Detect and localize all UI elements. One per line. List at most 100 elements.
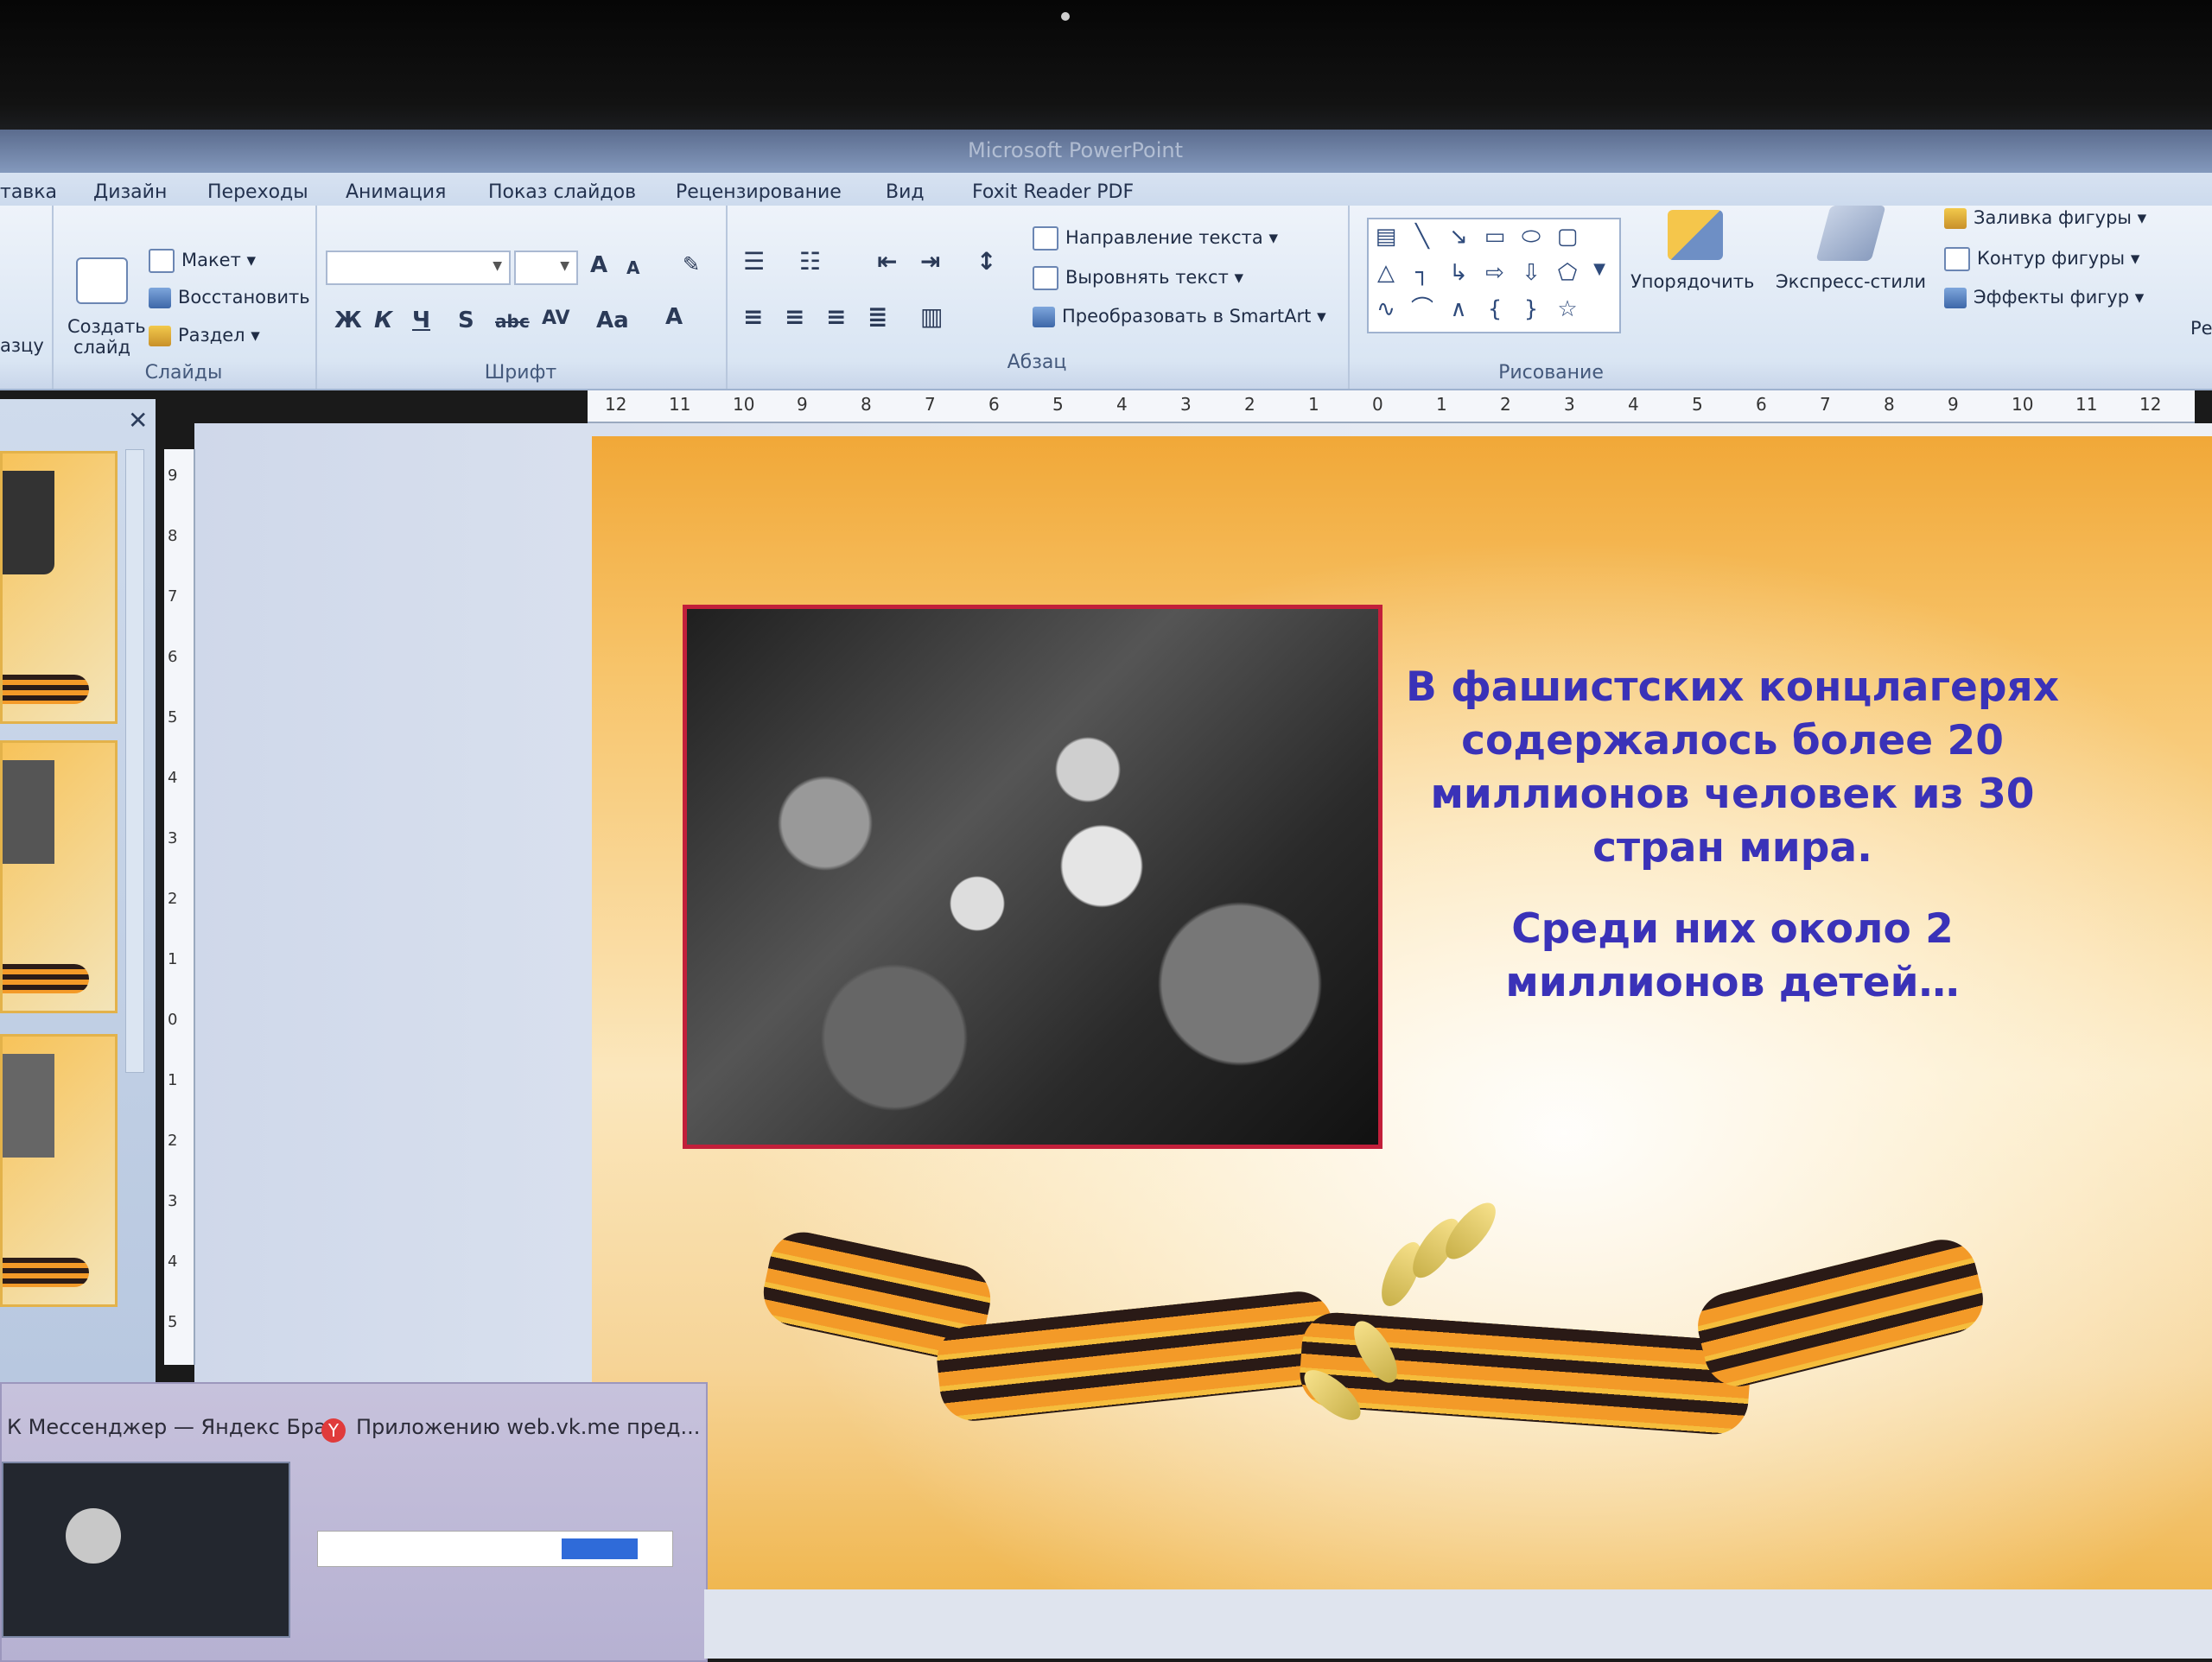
new-slide-button[interactable]: Создать слайд [67,316,146,358]
st-george-ribbon-image[interactable] [757,1195,2061,1473]
line-spacing-icon[interactable]: ↕ [976,247,996,276]
triangle-shape-icon[interactable]: △ [1369,257,1403,289]
down-arrow-shape-icon[interactable]: ⇩ [1514,257,1548,289]
decrease-indent-icon[interactable]: ⇤ [877,247,897,276]
section-button[interactable]: Раздел ▾ [149,325,260,346]
vertical-ruler[interactable]: 9 8 7 6 5 4 3 2 1 0 1 2 3 4 5 [164,449,195,1365]
ruler-mark: 9 [168,466,178,485]
align-center-icon[interactable]: ≡ [785,302,804,331]
paste-format-label[interactable]: азцу [0,335,44,356]
align-text-button[interactable]: Выровнять текст ▾ [1033,266,1243,290]
clear-format-icon[interactable]: ✎ [683,252,700,276]
oval-shape-icon[interactable]: ⬭ [1514,221,1548,252]
freeform-shape-icon[interactable]: ⬠ [1550,257,1585,289]
columns-icon[interactable]: ▥ [920,302,943,331]
ruler-mark: 7 [925,394,936,415]
reset-button[interactable]: Восстановить [149,287,310,308]
bold-button[interactable]: Ж [334,308,362,333]
ruler-mark: 9 [797,394,808,415]
paint-bucket-icon [1944,208,1967,229]
brace-right-shape-icon[interactable]: } [1514,294,1548,325]
justify-icon[interactable]: ≣ [868,302,887,331]
ruler-mark: 10 [733,394,755,415]
smartart-icon [1033,307,1055,327]
text-direction-button[interactable]: Направление текста ▾ [1033,226,1278,251]
current-slide[interactable]: В фашистских концлагерях содержалось бол… [592,436,2212,1598]
historical-photo[interactable] [683,605,1382,1149]
shape-effects-button[interactable]: Эффекты фигур ▾ [1944,287,2144,308]
tab-review[interactable]: Рецензирование [676,181,842,203]
quick-styles-button[interactable]: Экспресс-стили [1776,271,1926,292]
tab-view[interactable]: Вид [886,181,925,203]
new-slide-icon [76,257,128,304]
font-name-combo[interactable]: ▼ [326,251,511,285]
window-preview-thumbnail[interactable] [317,1531,673,1567]
numbering-icon[interactable]: ☷ [799,247,821,276]
gallery-more-icon[interactable]: ▼ [1586,254,1612,285]
font-size-combo[interactable]: ▼ [514,251,578,285]
slide-thumbnail[interactable] [0,451,118,724]
editing-group-cut[interactable]: Ре [2190,318,2212,339]
bullets-icon[interactable]: ☰ [743,247,765,276]
star-shape-icon[interactable]: ☆ [1550,294,1585,325]
shape-fill-button[interactable]: Заливка фигуры ▾ [1944,207,2146,229]
layout-button[interactable]: Макет ▾ [149,249,256,273]
underline-button[interactable]: Ч [412,308,430,333]
slide-thumbnail[interactable] [0,1034,118,1307]
taskbar-item-messenger[interactable]: К Мессенджер — Яндекс Бра... [7,1415,346,1439]
shapes-gallery[interactable]: ▤ ╲ ↘ ▭ ⬭ ▢ △ ┐ ↳ ⇨ ⇩ ⬠ ∿ ⌒ ∧ { } ☆ ▼ [1367,218,1621,333]
ruler-mark: 3 [1564,394,1575,415]
slide-textbox[interactable]: В фашистских концлагерях содержалось бол… [1395,661,2069,1010]
ruler-mark: 5 [168,1313,178,1331]
taskbar-item-notification[interactable]: Приложению web.vk.me пред... [356,1415,700,1439]
rectangle-shape-icon[interactable]: ▭ [1478,221,1512,252]
tab-animation[interactable]: Анимация [346,181,446,203]
arc-shape-icon[interactable]: ∧ [1441,294,1476,325]
increase-indent-icon[interactable]: ⇥ [920,247,940,276]
font-color-button[interactable]: A [665,304,683,330]
ruler-mark: 1 [1436,394,1447,415]
arrange-icon [1668,210,1723,260]
shape-outline-button[interactable]: Контур фигуры ▾ [1944,247,2139,271]
scribble-shape-icon[interactable]: ∿ [1369,294,1403,325]
window-preview-thumbnail[interactable] [2,1462,290,1638]
char-spacing-button[interactable]: AV [542,308,570,329]
strikethrough-button[interactable]: abc [495,311,530,332]
arrow-line-shape-icon[interactable]: ↘ [1441,221,1476,252]
elbow-connector-icon[interactable]: ┐ [1405,257,1440,289]
tab-insert[interactable]: тавка [0,181,57,203]
arrange-button[interactable]: Упорядочить [1630,271,1754,292]
ruler-mark: 4 [168,769,178,787]
grow-font-button[interactable]: A [590,252,607,278]
curve-shape-icon[interactable]: ⌒ [1405,294,1440,325]
brace-left-shape-icon[interactable]: { [1478,294,1512,325]
close-icon[interactable]: ✕ [128,406,148,435]
shadow-button[interactable]: S [458,308,474,333]
line-shape-icon[interactable]: ╲ [1405,221,1440,252]
ruler-mark: 2 [168,1132,178,1150]
italic-button[interactable]: К [374,308,392,333]
ruler-mark: 3 [1180,394,1192,415]
rounded-rect-shape-icon[interactable]: ▢ [1550,221,1585,252]
tab-transitions[interactable]: Переходы [207,181,308,203]
ruler-mark: 8 [1884,394,1895,415]
ruler-mark: 6 [1756,394,1767,415]
smartart-button[interactable]: Преобразовать в SmartArt ▾ [1033,306,1326,327]
horizontal-ruler[interactable]: 12 11 10 9 8 7 6 5 4 3 2 1 0 1 2 3 4 5 6 7 8 9 10 11 12 [588,390,2195,423]
ruler-mark: 8 [168,527,178,545]
shrink-font-button[interactable]: A [626,257,639,278]
ruler-mark: 6 [168,648,178,666]
elbow-arrow-icon[interactable]: ↳ [1441,257,1476,289]
tab-slideshow[interactable]: Показ слайдов [488,181,636,203]
align-left-icon[interactable]: ≡ [743,302,763,331]
tab-design[interactable]: Дизайн [93,181,167,203]
slide-thumbnail[interactable] [0,740,118,1013]
textbox-shape-icon[interactable]: ▤ [1369,221,1403,252]
thumbnail-scrollbar[interactable] [125,449,144,1073]
tab-foxit[interactable]: Foxit Reader PDF [972,181,1134,203]
align-right-icon[interactable]: ≡ [826,302,846,331]
right-arrow-shape-icon[interactable]: ⇨ [1478,257,1512,289]
group-drawing: ▤ ╲ ↘ ▭ ⬭ ▢ △ ┐ ↳ ⇨ ⇩ ⬠ ∿ ⌒ ∧ { } ☆ ▼ Уп… [1348,206,2173,389]
change-case-button[interactable]: Aa [596,308,629,333]
ribbon: азцу Создать слайд Макет ▾ Восстановить … [0,206,2212,390]
